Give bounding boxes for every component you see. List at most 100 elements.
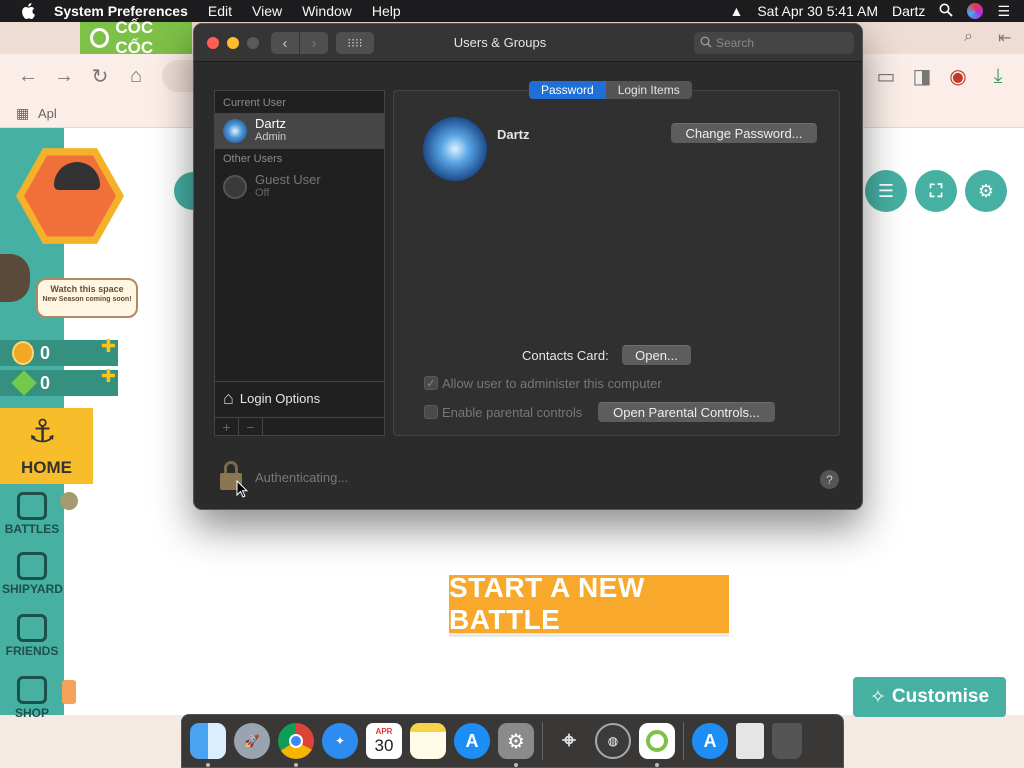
dock-separator	[542, 722, 543, 760]
tab-back-icon[interactable]: ⇤	[998, 28, 1011, 48]
login-options-label: Login Options	[239, 391, 321, 406]
fullscreen-icon[interactable]: ⛶	[915, 170, 957, 212]
search-icon	[700, 36, 712, 51]
system-preferences-icon[interactable]: ⚙	[498, 723, 534, 767]
chrome-icon[interactable]	[278, 723, 314, 767]
app-store-icon[interactable]: A	[454, 723, 490, 759]
apps-grid-icon[interactable]: ▦	[16, 105, 29, 122]
change-password-button[interactable]: Change Password...	[671, 123, 817, 143]
parental-controls-checkbox[interactable]	[424, 405, 438, 419]
user-row-guest[interactable]: Guest User Off	[215, 169, 384, 205]
address-bar[interactable]	[162, 60, 194, 92]
tab-bar: Password Login Items	[529, 81, 692, 99]
guest-user-name: Guest User	[255, 172, 321, 187]
gem-value: 0	[40, 372, 51, 393]
open-contacts-card-button[interactable]: Open...	[622, 345, 691, 365]
coccoc-browser-icon[interactable]	[639, 723, 675, 767]
home-icon[interactable]: ⌂	[124, 64, 148, 88]
control-center-icon[interactable]: ☰	[997, 3, 1010, 20]
nav-shop[interactable]: SHOP	[2, 676, 62, 720]
speech-bubble: Watch this space New Season coming soon!	[36, 278, 138, 318]
siri-icon[interactable]	[967, 3, 984, 19]
user-row-role: Admin	[255, 131, 287, 143]
launchpad-icon[interactable]: 🚀	[234, 723, 270, 759]
profile-icon[interactable]: ◉	[946, 64, 970, 88]
reload-icon[interactable]: ↻	[88, 64, 112, 88]
nav-friends[interactable]: FRIENDS	[2, 614, 62, 658]
document-icon[interactable]	[736, 723, 764, 759]
user-row-dartz[interactable]: Dartz Admin	[215, 113, 384, 149]
snowflake-avatar	[223, 119, 247, 143]
menu-view[interactable]: View	[252, 3, 282, 19]
customise-button[interactable]: ✧ Customise	[853, 677, 1006, 717]
sidebar-toggle-icon[interactable]: ◨	[910, 64, 934, 88]
guest-user-status: Off	[255, 187, 270, 199]
spotlight-icon[interactable]	[939, 3, 954, 20]
mouse-pointer-icon	[236, 479, 249, 503]
browser-tab[interactable]: CỐC CỐC	[80, 18, 192, 57]
disk-utility-icon[interactable]: ◍	[595, 723, 631, 759]
list-icon[interactable]: ☰	[865, 170, 907, 212]
menubar-clock[interactable]: Sat Apr 30 5:41 AM	[757, 3, 878, 19]
coin-value: 0	[40, 342, 51, 363]
menu-help[interactable]: Help	[372, 3, 401, 19]
parental-controls-label: Enable parental controls	[442, 405, 583, 420]
user-picture[interactable]	[423, 117, 487, 181]
calendar-month: APR	[375, 726, 393, 736]
back-arrow-icon[interactable]: ←	[16, 64, 40, 88]
user-row-name: Dartz	[255, 116, 287, 131]
guest-user-icon	[223, 175, 247, 199]
finder-icon[interactable]	[190, 723, 226, 767]
speech-line-1: Watch this space	[50, 284, 124, 294]
help-button[interactable]: ?	[820, 470, 839, 489]
nav-battles[interactable]: BATTLES	[2, 492, 62, 536]
bookmark-apps[interactable]: Apl	[38, 106, 57, 121]
cast-icon[interactable]: ▭	[874, 64, 898, 88]
allow-admin-checkbox[interactable]: ✓	[424, 376, 438, 390]
gem-counter: 0 ✚	[0, 366, 118, 396]
download-icon[interactable]: ⤓	[986, 64, 1010, 88]
add-gems-icon[interactable]: ✚	[101, 366, 116, 387]
dock: 🚀 ✦ APR 30 A ⚙ ⌖ ◍ A	[181, 714, 844, 768]
add-remove-bar: + −	[215, 417, 384, 436]
add-coins-icon[interactable]: ✚	[101, 336, 116, 357]
tab-password[interactable]: Password	[529, 81, 606, 99]
ship-icon	[17, 552, 47, 580]
coin-counter: 0 ✚	[0, 336, 118, 366]
remove-user-button[interactable]: −	[239, 418, 263, 436]
nav-battles-label: BATTLES	[4, 522, 60, 536]
window-titlebar: ‹ › ⁝⁝⁝⁝ Users & Groups Search	[194, 24, 862, 62]
eject-icon[interactable]: ▲	[729, 3, 743, 19]
login-options-row[interactable]: ⌂ Login Options	[215, 381, 384, 415]
friends-icon	[17, 614, 47, 642]
search-field[interactable]: Search	[694, 32, 854, 54]
menu-window[interactable]: Window	[302, 3, 352, 19]
nav-shipyard[interactable]: SHIPYARD	[2, 552, 63, 596]
notes-icon[interactable]	[410, 723, 446, 759]
user-list: Current User Dartz Admin Other Users Gue…	[214, 90, 385, 436]
apple-menu-icon[interactable]	[18, 1, 38, 21]
other-users-header: Other Users	[223, 153, 283, 165]
forward-arrow-icon[interactable]: →	[52, 64, 76, 88]
settings-gear-icon[interactable]: ⚙	[965, 170, 1007, 212]
gem-icon	[11, 370, 37, 396]
menubar-user[interactable]: Dartz	[892, 3, 925, 19]
browser-tab-label: CỐC CỐC	[115, 18, 154, 57]
system-information-icon[interactable]: ⌖	[551, 723, 587, 759]
open-parental-controls-button[interactable]: Open Parental Controls...	[598, 402, 775, 422]
safari-icon[interactable]: ✦	[322, 723, 358, 759]
house-icon: ⌂	[223, 388, 234, 408]
speech-line-2: New Season coming soon!	[42, 296, 132, 303]
menu-edit[interactable]: Edit	[208, 3, 232, 19]
trash-icon[interactable]	[772, 723, 802, 759]
menu-app-name[interactable]: System Preferences	[54, 3, 188, 19]
calendar-icon[interactable]: APR 30	[366, 723, 402, 759]
coccoc-logo-icon	[90, 28, 110, 48]
tab-search-icon[interactable]: ⌕	[964, 28, 973, 46]
tab-login-items[interactable]: Login Items	[605, 81, 692, 99]
start-new-battle-button[interactable]: START A NEW BATTLE	[449, 572, 729, 635]
dock-separator-2	[683, 722, 684, 760]
app-store-folder-icon[interactable]: A	[692, 723, 728, 759]
add-user-button[interactable]: +	[215, 418, 239, 436]
nav-home[interactable]: ⚓ HOME	[0, 408, 93, 484]
